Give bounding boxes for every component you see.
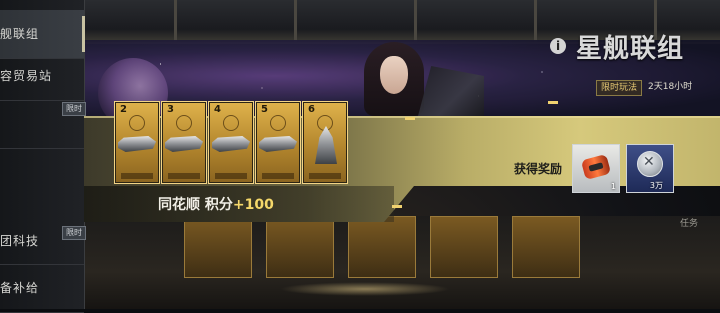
canister-icon — [580, 153, 612, 181]
hand-card[interactable]: 3 — [161, 101, 207, 184]
sidebar-item-supply[interactable]: 备补给 — [0, 264, 84, 313]
sidebar-item-label: 备补给 — [0, 281, 40, 295]
ship-icon — [259, 136, 297, 152]
floor-light — [280, 282, 450, 296]
combo-points: +100 — [232, 197, 274, 213]
sidebar-item-tech[interactable]: 团科技 限时 — [0, 216, 86, 265]
combo-score: 同花顺 积分+100 — [158, 194, 274, 214]
card-base — [262, 173, 294, 179]
character-face — [380, 56, 408, 94]
accent-mark — [405, 117, 415, 120]
card-slot — [184, 216, 252, 278]
limited-badge: 限时 — [62, 226, 86, 240]
reward-label: 获得奖励 — [514, 162, 563, 176]
card-slot — [430, 216, 498, 278]
card-number: 3 — [167, 104, 174, 115]
card-number: 4 — [214, 104, 221, 115]
hand-card[interactable]: 6 — [302, 101, 348, 184]
card-number: 2 — [120, 104, 127, 115]
task-hint[interactable]: 任务 — [680, 216, 698, 229]
card-slot — [266, 216, 334, 278]
ship-icon — [118, 136, 156, 152]
ship-icon — [212, 136, 250, 152]
card-emblem-icon — [223, 115, 239, 131]
card-emblem-icon — [176, 115, 192, 131]
reward-quantity: 3万 — [649, 181, 663, 190]
card-number: 5 — [261, 104, 268, 115]
accent-mark — [392, 205, 402, 208]
limited-event-tag: 限时玩法 — [596, 80, 643, 96]
coin-icon — [637, 151, 663, 177]
ship-icon — [165, 136, 203, 152]
card-base — [168, 173, 200, 179]
reward-item-coin[interactable]: 3万 — [626, 144, 674, 193]
card-number: 6 — [308, 104, 315, 115]
card-emblem-icon — [270, 115, 286, 131]
card-base — [121, 173, 153, 179]
card-base — [309, 173, 341, 179]
reward-quantity: 1 — [610, 182, 616, 191]
sidebar-item-label: 舰联组 — [0, 27, 40, 41]
info-icon[interactable]: i — [550, 38, 566, 54]
hand-card[interactable]: 5 — [255, 101, 301, 184]
card-slot — [512, 216, 580, 278]
card-base — [215, 173, 247, 179]
tower-icon — [315, 126, 337, 164]
card-emblem-icon — [129, 115, 145, 131]
limited-badge: 限时 — [62, 102, 86, 116]
card-slot — [348, 216, 416, 278]
sidebar-item-trade-station[interactable]: 容贸易站 — [0, 52, 84, 101]
hand-card[interactable]: 4 — [208, 101, 254, 184]
sidebar-item-label: 容贸易站 — [0, 69, 53, 83]
accent-mark — [548, 101, 558, 104]
hand-card[interactable]: 2 — [114, 101, 160, 184]
sidebar-item-limited-1[interactable]: 限时 — [0, 100, 86, 149]
character-portrait — [358, 40, 428, 116]
sidebar-menu: 舰联组 容贸易站 限时 团科技 限时 备补给 — [0, 0, 86, 313]
page-title: 星舰联组 — [576, 34, 685, 64]
countdown-timer: 2天18小时 — [648, 82, 693, 92]
sidebar-item-label: 团科技 — [0, 234, 40, 248]
reward-item-canister[interactable]: 1 — [572, 144, 620, 193]
combo-label: 同花顺 积分 — [158, 197, 233, 213]
